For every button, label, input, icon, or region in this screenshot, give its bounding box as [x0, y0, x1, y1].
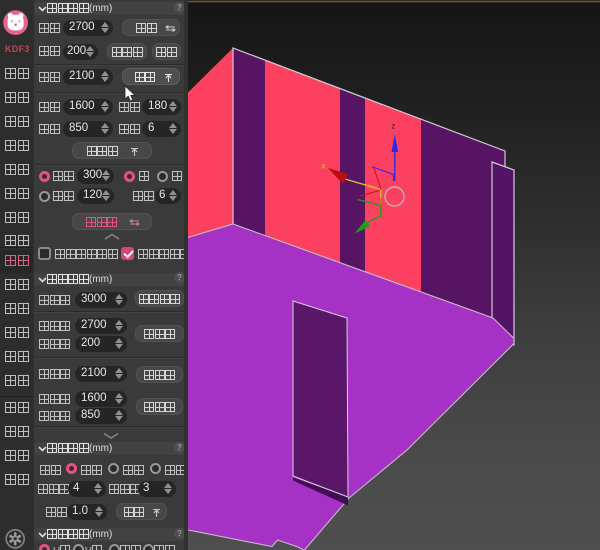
svg-text:z: z [392, 122, 396, 131]
svg-text:x: x [322, 162, 326, 171]
